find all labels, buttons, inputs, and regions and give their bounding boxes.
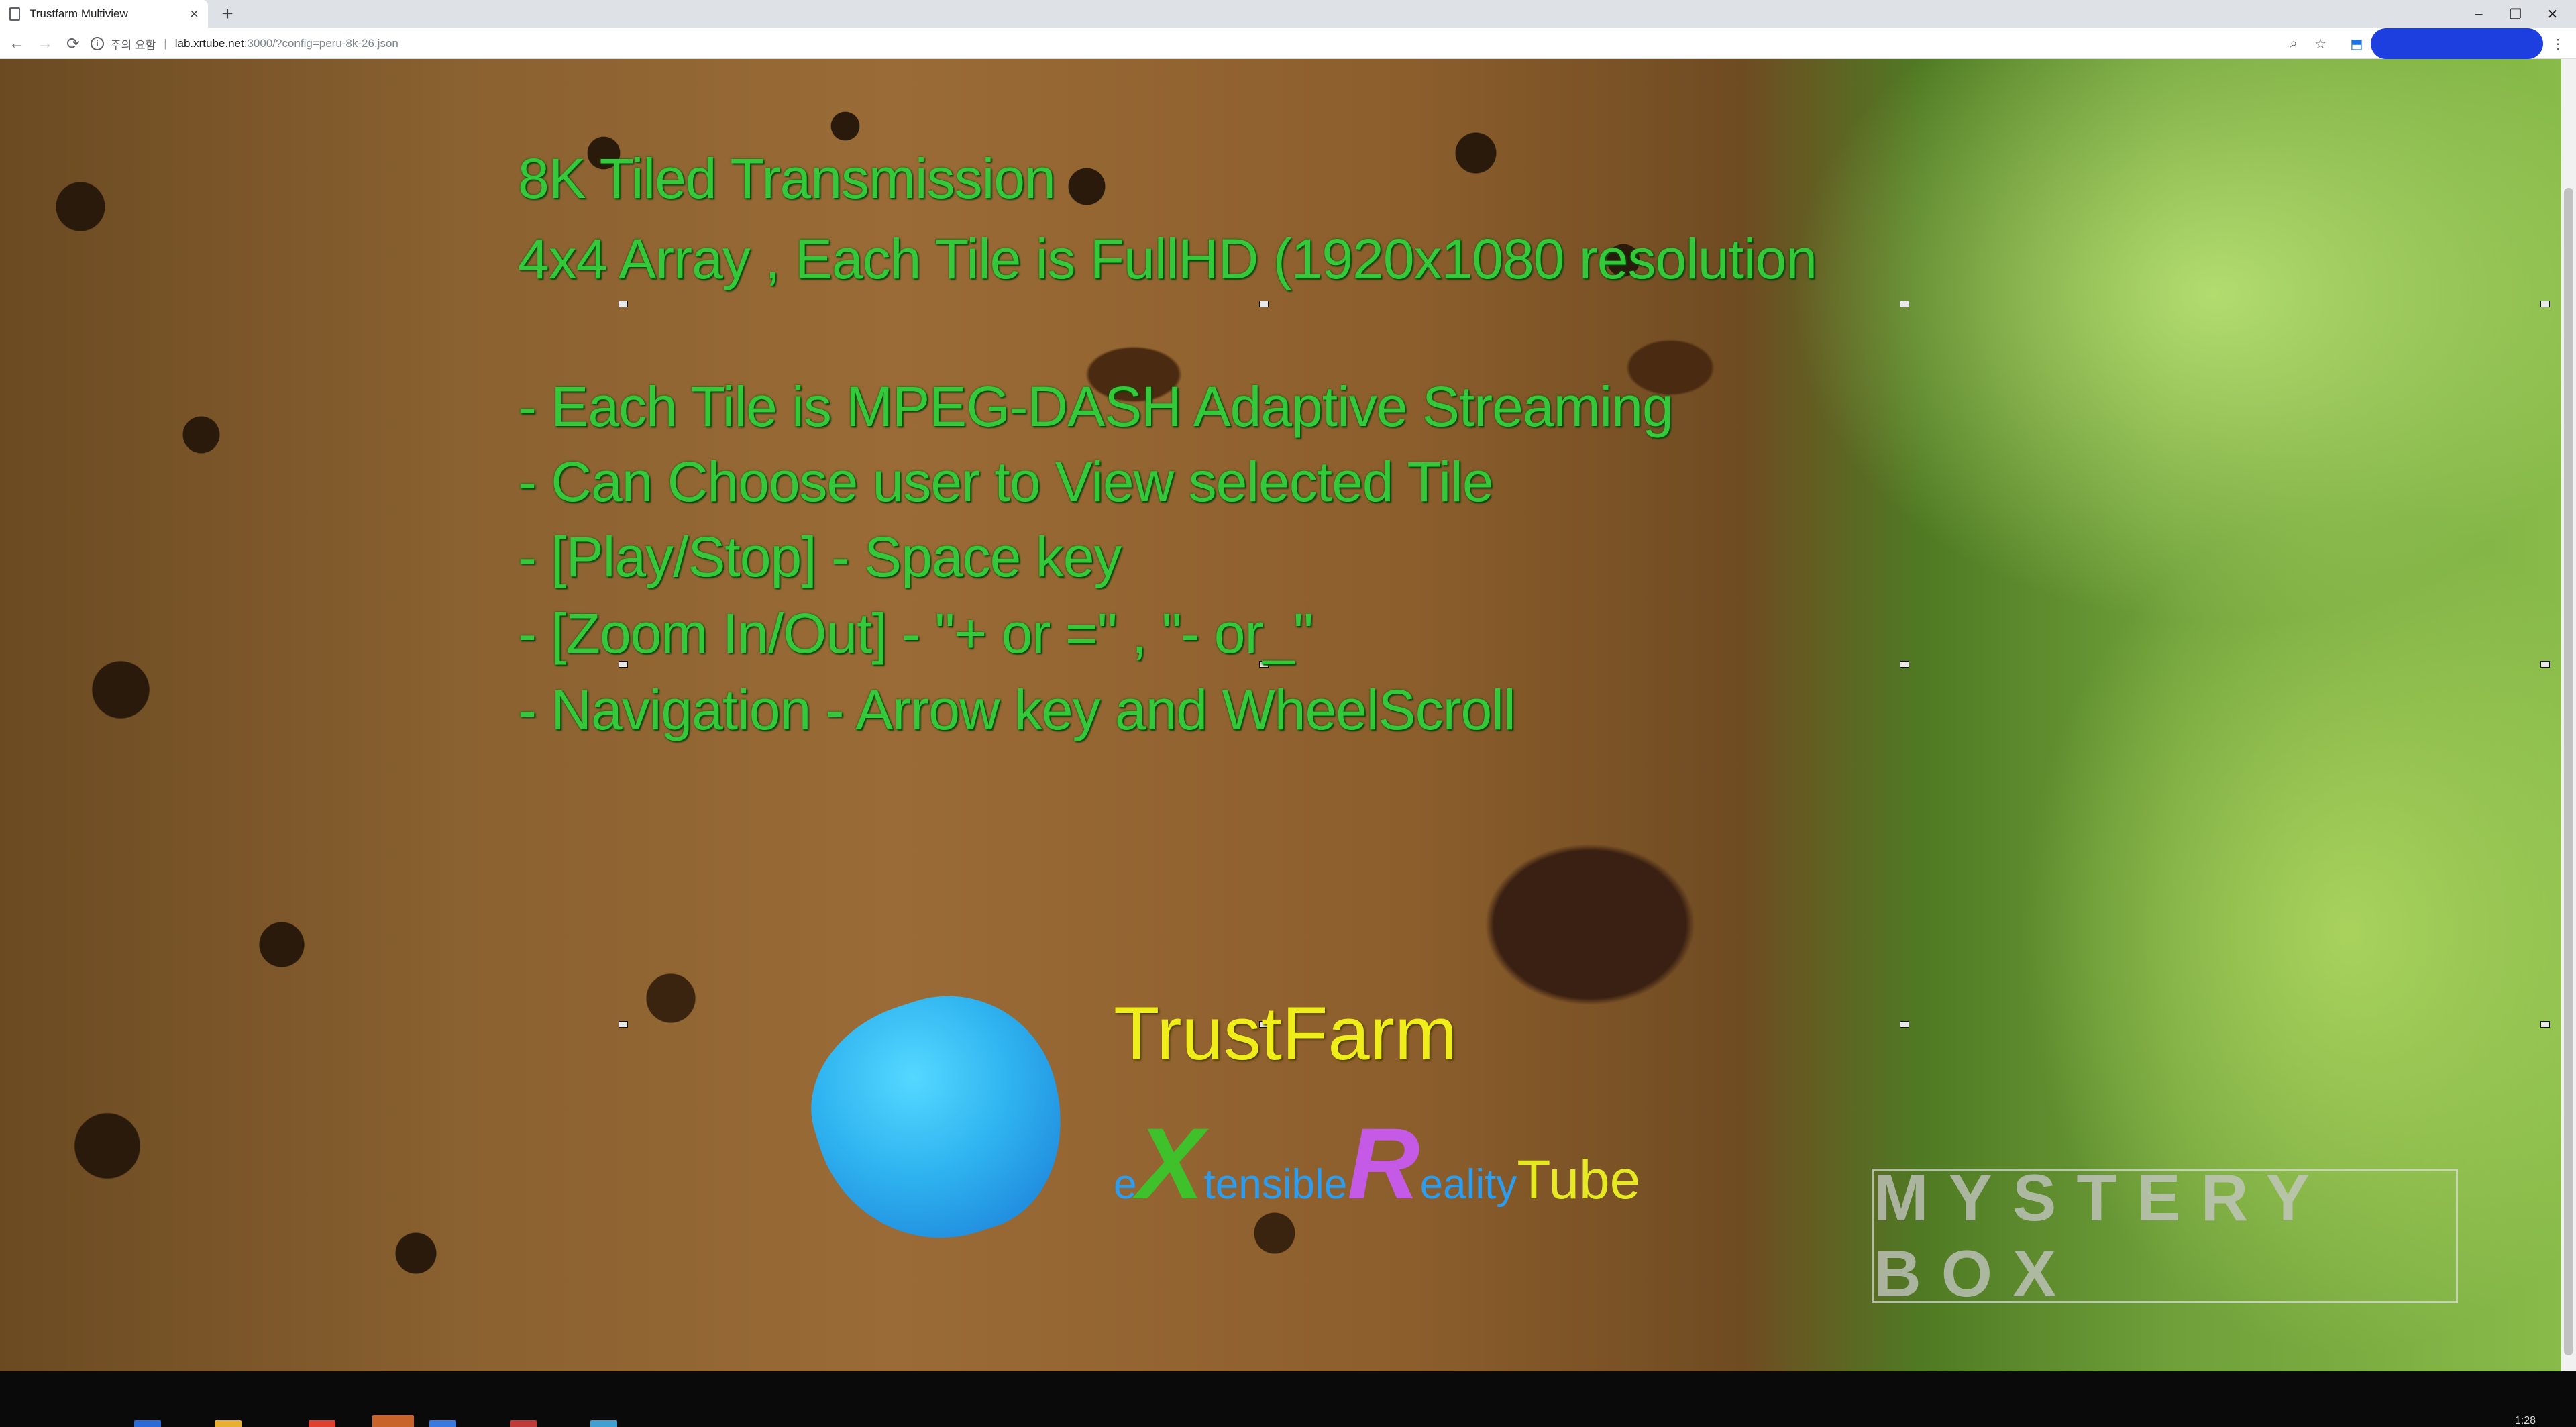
tile-marker <box>1259 301 1269 307</box>
back-button[interactable]: ← <box>7 34 27 54</box>
tile-marker <box>2540 1021 2550 1028</box>
brand-sub-part: R <box>1347 1107 1420 1220</box>
heading-line: 4x4 Array , Each Tile is FullHD (1920x10… <box>518 227 1817 290</box>
brand-sub-part: tensible <box>1203 1161 1348 1208</box>
instruction-line: - [Zoom In/Out] - "+ or =" , "- or_" <box>518 602 1313 665</box>
tile-marker <box>2540 661 2550 668</box>
address-bar[interactable]: i 주의 요함 | lab.xrtube.net :3000/?config=p… <box>91 32 2294 55</box>
menu-icon[interactable]: ⋮ <box>2549 35 2567 52</box>
mystery-box-watermark: MYSTERY BOX <box>1872 1161 2458 1310</box>
browser-toolbar: ← → ⟳ i 주의 요함 | lab.xrtube.net :3000/?co… <box>0 28 2576 59</box>
video-viewport[interactable]: 8K Tiled Transmission 4x4 Array , Each T… <box>0 59 2561 1371</box>
tile-marker <box>1900 301 1909 307</box>
taskbar-app-icon[interactable] <box>215 1420 241 1427</box>
profile-chip[interactable] <box>2371 28 2543 59</box>
security-status[interactable]: 주의 요함 <box>111 36 156 52</box>
taskbar-app-icon[interactable] <box>372 1415 414 1427</box>
url-host[interactable]: lab.xrtube.net <box>175 37 244 50</box>
instruction-line: - [Play/Stop] - Space key <box>518 525 1122 588</box>
heading-line: 8K Tiled Transmission <box>518 147 1056 210</box>
taskbar-app-icon[interactable] <box>429 1420 456 1427</box>
page-icon <box>9 7 20 21</box>
url-path[interactable]: :3000/?config=peru-8k-26.json <box>244 37 398 50</box>
tile-marker <box>2540 301 2550 307</box>
forward-button[interactable]: → <box>35 34 55 54</box>
tile-marker <box>1900 1021 1909 1028</box>
close-tab-icon[interactable]: × <box>190 7 199 21</box>
taskbar-clock[interactable]: 1:28 <box>2515 1415 2536 1427</box>
new-tab-button[interactable]: + <box>216 3 239 25</box>
translate-icon[interactable]: ⬒ <box>2348 35 2365 52</box>
os-taskbar: 1:28 <box>0 1371 2576 1427</box>
taskbar-app-icon[interactable] <box>510 1420 537 1427</box>
brand-sub-part: e <box>1114 1161 1137 1208</box>
instruction-line: - Navigation - Arrow key and WheelScroll <box>518 678 1516 741</box>
instruction-line: - Each Tile is MPEG-DASH Adaptive Stream… <box>518 375 1674 438</box>
address-separator: | <box>164 37 167 50</box>
watermark-text: MYSTERY BOX <box>1874 1161 2329 1310</box>
brand-sub-part: Tube <box>1517 1149 1641 1210</box>
info-icon[interactable]: i <box>91 37 104 50</box>
tab-trustfarm-multiview[interactable]: Trustfarm Multiview × <box>0 0 208 28</box>
zoom-icon[interactable]: ⌕ <box>2285 35 2302 52</box>
brand-sub-part: eality <box>1419 1161 1517 1208</box>
reload-button[interactable]: ⟳ <box>63 34 83 54</box>
taskbar-app-icon[interactable] <box>590 1420 617 1427</box>
brand-sub-part: X <box>1136 1107 1204 1220</box>
tab-title: Trustfarm Multiview <box>30 7 128 20</box>
close-window-button[interactable]: ✕ <box>2529 0 2576 28</box>
taskbar-app-icon[interactable] <box>309 1420 335 1427</box>
brand-subtitle: eXtensibleRealityTube <box>1114 1106 1640 1220</box>
tile-marker <box>619 1021 628 1028</box>
instruction-line: - Can Choose user to View selected Tile <box>518 450 1494 513</box>
scrollbar-thumb[interactable] <box>2564 188 2573 1355</box>
tab-strip: Trustfarm Multiview × + – ❐ ✕ <box>0 0 2576 28</box>
taskbar-app-icon[interactable] <box>134 1420 161 1427</box>
tile-marker <box>1900 661 1909 668</box>
tile-marker <box>619 301 628 307</box>
brand-title: TrustFarm <box>1114 992 1458 1075</box>
bookmark-star-icon[interactable]: ☆ <box>2312 35 2329 52</box>
